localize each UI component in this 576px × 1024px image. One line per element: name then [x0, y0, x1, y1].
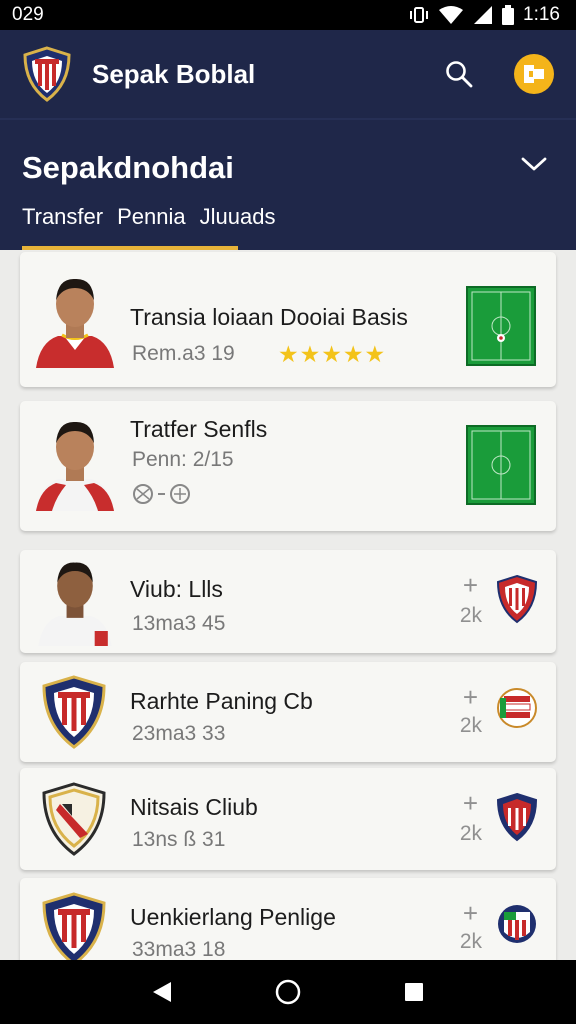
card-title: Tratfer Senfls — [130, 416, 268, 442]
tab-pennia[interactable]: Pennia — [117, 204, 186, 230]
list-item[interactable]: Uenkierlang Penlige 33ma3 18 + 2k — [20, 878, 556, 960]
chevron-down-icon[interactable] — [520, 154, 548, 174]
club-crest-icon — [496, 574, 538, 624]
player-avatar — [36, 421, 114, 511]
signal-icon — [474, 6, 493, 24]
card-title: Transia loiaan Dooiai Basis — [130, 304, 408, 330]
player-avatar — [36, 278, 114, 368]
app-bar: Sepak Boblal — [0, 30, 576, 118]
status-icons: 1:16 — [409, 4, 560, 26]
pitch-icon — [466, 425, 536, 505]
club-crest-icon — [42, 892, 106, 960]
card-subtitle: 33ma3 18 — [132, 938, 226, 960]
follow-button[interactable]: + — [463, 788, 478, 819]
card-title: Nitsais Cliub — [130, 794, 258, 820]
club-crest-icon — [496, 792, 538, 842]
list-item[interactable]: Nitsais Cliub 13ns ß 31 + 2k — [20, 768, 556, 870]
list-item[interactable]: Rarhte Paning Cb 23ma3 33 + 2k — [20, 662, 556, 762]
tab-jluuads[interactable]: Jluuads — [200, 204, 276, 230]
search-button[interactable] — [442, 57, 476, 91]
card-subtitle: 13ns ß 31 — [132, 828, 226, 851]
club-crest-icon — [42, 675, 106, 749]
tab-bar: Transfer Pennia Jluuads — [22, 204, 275, 230]
vibrate-icon — [410, 7, 429, 23]
club-logo-icon — [23, 46, 71, 102]
card-subtitle: 23ma3 33 — [132, 722, 226, 745]
back-icon[interactable] — [151, 980, 173, 1004]
card-subtitle: 13ma3 45 — [132, 612, 226, 635]
card-title: Uenkierlang Penlige — [130, 904, 336, 930]
player-avatar — [38, 562, 112, 646]
profile-button[interactable] — [514, 54, 554, 94]
system-nav-bar — [0, 960, 576, 1024]
follow-button[interactable]: + — [463, 898, 478, 929]
rating-stars: ★★★★★ — [278, 341, 387, 367]
club-crest-icon — [498, 905, 536, 943]
section-header: Sepakdnohdai Transfer Pennia Jluuads — [0, 118, 576, 250]
follower-count: 2k — [459, 822, 482, 845]
follower-count: 2k — [459, 714, 482, 737]
status-time: 1:16 — [523, 4, 560, 25]
card-title: Rarhte Paning Cb — [130, 688, 313, 714]
ball-icon — [133, 484, 190, 504]
transfer-list[interactable]: Transia loiaan Dooiai Basis Rem.a3 19 ★★… — [0, 250, 576, 960]
card-subtitle: Penn: 2/15 — [132, 448, 234, 471]
club-crest-icon — [497, 688, 537, 728]
club-crest-icon — [42, 782, 106, 856]
status-bar: 029 1:16 — [0, 0, 576, 30]
list-item[interactable]: Transia loiaan Dooiai Basis Rem.a3 19 ★★… — [20, 252, 556, 387]
follower-count: 2k — [459, 604, 482, 627]
follow-button[interactable]: + — [463, 682, 478, 713]
profile-icon — [524, 65, 544, 83]
wifi-icon — [439, 6, 464, 24]
follow-button[interactable]: + — [463, 570, 478, 601]
pitch-icon — [466, 286, 536, 366]
card-subtitle: Rem.a3 19 — [132, 342, 235, 365]
status-left-text: 029 — [12, 4, 44, 25]
recents-icon[interactable] — [403, 981, 425, 1003]
battery-icon — [502, 5, 515, 25]
follower-count: 2k — [459, 930, 482, 953]
app-title: Sepak Boblal — [92, 58, 256, 89]
list-item[interactable]: Tratfer Senfls Penn: 2/15 — [20, 401, 556, 531]
home-icon[interactable] — [274, 978, 302, 1006]
card-title: Viub: Llls — [130, 576, 223, 602]
tab-transfer[interactable]: Transfer — [22, 204, 103, 230]
list-item[interactable]: Viub: Llls 13ma3 45 + 2k — [20, 550, 556, 653]
section-title: Sepakdnohdai — [22, 150, 234, 185]
search-icon — [446, 61, 473, 88]
